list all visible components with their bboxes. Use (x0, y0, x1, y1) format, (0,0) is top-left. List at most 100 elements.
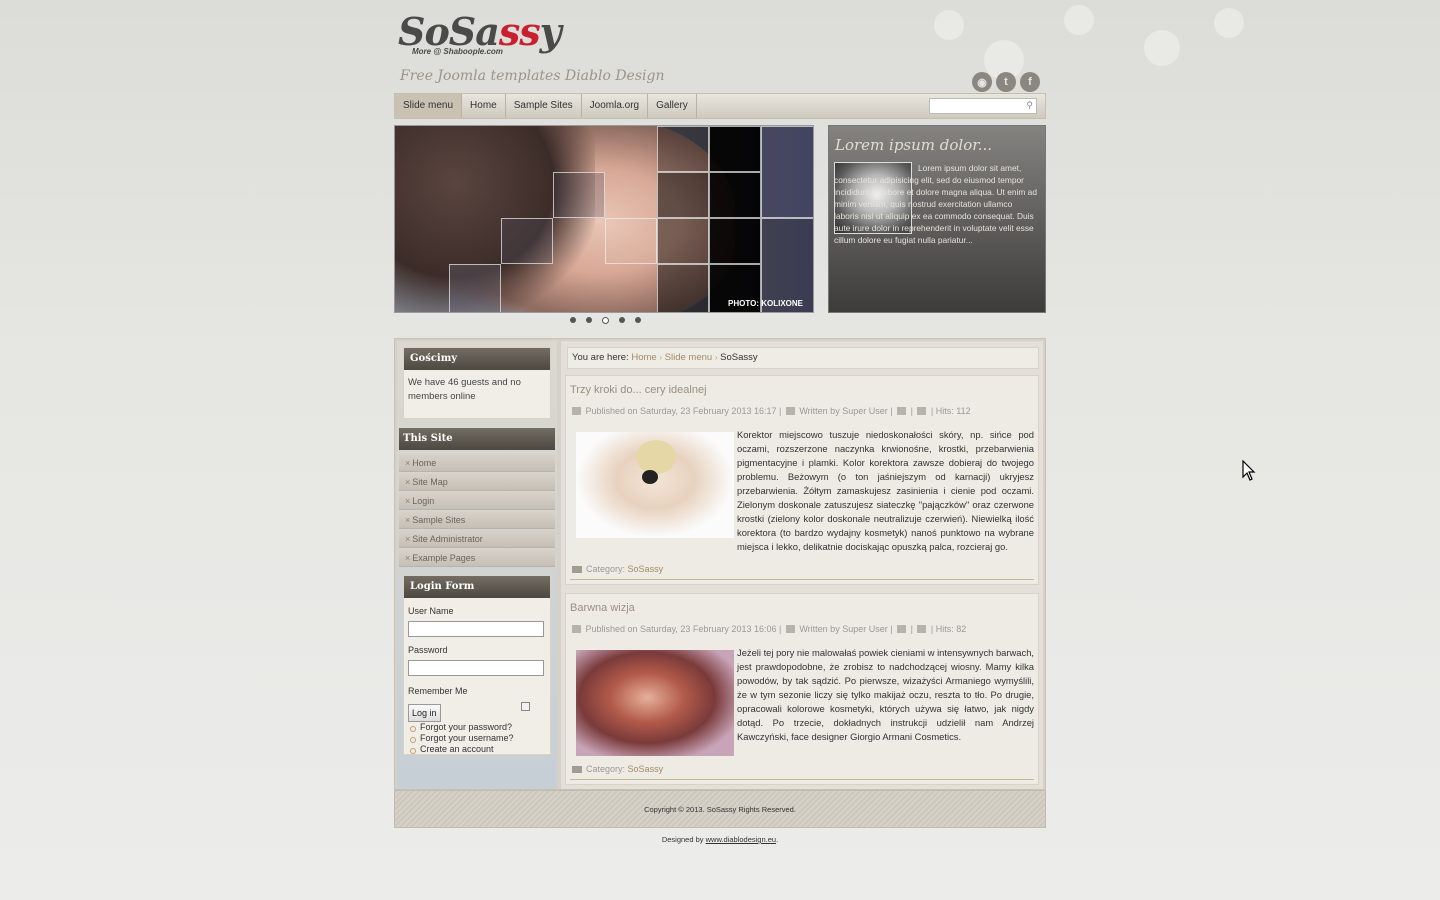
header-flower-decoration (914, 0, 1294, 90)
article: Barwna wizja Published on Saturday, 23 F… (565, 593, 1039, 785)
nav-item-joomla-org[interactable]: Joomla.org (582, 94, 649, 118)
print-icon[interactable] (897, 407, 907, 415)
slider-tile (761, 126, 813, 218)
twitter-icon[interactable]: t (996, 72, 1016, 92)
image-slider[interactable]: PHOTO: KOLIXONE (394, 125, 814, 313)
site-logo[interactable]: SoSassy More @ Shaboople.com (398, 12, 562, 58)
designer-link[interactable]: www.diablodesign.eu (706, 835, 776, 844)
article-image (576, 650, 734, 756)
article-divider (570, 579, 1034, 580)
slider-dot-active[interactable] (602, 317, 609, 324)
logo-subtitle[interactable]: More @ Shaboople.com (412, 47, 503, 56)
slider-tile (501, 218, 553, 264)
folder-icon (572, 566, 582, 573)
slider-dot[interactable] (586, 317, 592, 323)
featured-text: Lorem ipsum dolor sit amet, consectetur … (834, 163, 1037, 245)
mouse-cursor-icon (1242, 460, 1256, 481)
slider-dot[interactable] (619, 317, 625, 323)
article-image (576, 432, 734, 538)
sidebar-item-site-map[interactable]: × Site Map (399, 473, 555, 491)
featured-title: Lorem ipsum dolor... (835, 136, 993, 154)
username-field[interactable] (408, 621, 544, 637)
slider-tile (605, 218, 657, 264)
nav-item-home[interactable]: Home (462, 94, 506, 118)
facebook-icon[interactable]: f (1020, 72, 1040, 92)
slider-tile (657, 172, 709, 218)
slider-tile (709, 172, 761, 218)
article-title[interactable]: Barwna wizja (570, 602, 635, 614)
remember-me-checkbox[interactable] (521, 702, 530, 711)
remember-me-label: Remember Me (408, 686, 468, 696)
rss-icon[interactable]: ◉ (972, 72, 992, 92)
forgot-username-link[interactable]: Forgot your username? (408, 733, 546, 744)
article-meta: Published on Saturday, 23 February 2013 … (570, 406, 971, 416)
search-input[interactable]: ⚲ (929, 98, 1037, 114)
sidebar-item-sample-sites[interactable]: × Sample Sites (399, 511, 555, 529)
nav-item-sample-sites[interactable]: Sample Sites (506, 94, 582, 118)
article-text: Jeżeli tej pory nie malowałaś powiek cie… (737, 647, 1035, 742)
photo-credit: PHOTO: KOLIXONE (728, 299, 803, 308)
login-button[interactable]: Log in (408, 704, 441, 722)
login-links: Forgot your password? Forgot your userna… (408, 722, 546, 755)
search-icon[interactable]: ⚲ (1026, 100, 1033, 111)
breadcrumb: You are here: Home › Slide menu › SoSass… (567, 347, 1039, 369)
slider-tile (657, 126, 709, 172)
nav-item-gallery[interactable]: Gallery (648, 94, 697, 118)
slider-tile (449, 264, 501, 312)
main-nav: Slide menu Home Sample Sites Joomla.org … (394, 93, 1046, 119)
category-link[interactable]: SoSassy (628, 564, 664, 574)
guests-title: Gościmy (404, 348, 550, 370)
slider-tile (657, 264, 709, 312)
article-category: Category: SoSassy (572, 564, 663, 574)
sidebar-item-home[interactable]: × Home (399, 454, 555, 472)
sidebar-item-login[interactable]: × Login (399, 492, 555, 510)
category-link[interactable]: SoSassy (628, 764, 664, 774)
login-title: Login Form (404, 576, 550, 598)
folder-icon (572, 766, 582, 773)
designed-by: Designed by www.diablodesign.eu. (661, 835, 779, 844)
main-container: Gościmy We have 46 guests and no members… (394, 338, 1046, 790)
slider-tile (709, 218, 761, 264)
footer: Copyright © 2013. SoSassy Rights Reserve… (394, 790, 1046, 828)
social-links: ◉ t f (972, 72, 1040, 92)
sidebar-item-site-administrator[interactable]: × Site Administrator (399, 530, 555, 548)
breadcrumb-slide-menu[interactable]: Slide menu (665, 352, 713, 363)
slider-dot[interactable] (635, 317, 641, 323)
password-field[interactable] (408, 660, 544, 676)
slider-tile (709, 126, 761, 172)
featured-box: Lorem ipsum dolor... Lorem ipsum dolor s… (828, 125, 1046, 313)
this-site-title: This Site (399, 428, 555, 450)
content-area: You are here: Home › Slide menu › SoSass… (561, 341, 1043, 789)
slider-tile (657, 218, 709, 264)
email-icon[interactable] (917, 407, 927, 415)
breadcrumb-prefix: You are here: (572, 352, 629, 363)
breadcrumb-separator-icon: › (714, 353, 718, 362)
forgot-password-link[interactable]: Forgot your password? (408, 722, 546, 733)
create-account-link[interactable]: Create an account (408, 744, 546, 755)
guests-text: We have 46 guests and no members online (408, 377, 521, 402)
email-icon[interactable] (917, 625, 927, 633)
breadcrumb-home[interactable]: Home (631, 352, 656, 363)
username-label: User Name (408, 606, 454, 616)
slider-pagination (570, 317, 641, 324)
breadcrumb-current: SoSassy (720, 352, 758, 363)
nav-item-slide-menu[interactable]: Slide menu (395, 94, 463, 118)
article-title[interactable]: Trzy kroki do... cery idealnej (570, 384, 707, 396)
article-category: Category: SoSassy (572, 764, 663, 774)
password-label: Password (408, 645, 448, 655)
login-module: Login Form User Name Password Remember M… (403, 575, 551, 755)
article: Trzy kroki do... cery idealnej Published… (565, 375, 1039, 585)
sidebar-item-example-pages[interactable]: × Example Pages (399, 549, 555, 567)
print-icon[interactable] (897, 625, 907, 633)
user-icon (785, 625, 795, 633)
calendar-icon (572, 407, 581, 415)
sidebar: Gościmy We have 46 guests and no members… (397, 341, 557, 789)
slider-tile (553, 172, 605, 218)
calendar-icon (572, 625, 581, 633)
user-icon (785, 407, 795, 415)
article-meta: Published on Saturday, 23 February 2013 … (570, 624, 966, 634)
slider-dot[interactable] (570, 317, 576, 323)
breadcrumb-separator-icon: › (659, 353, 662, 362)
guests-module: Gościmy We have 46 guests and no members… (403, 347, 551, 419)
article-text: Korektor miejscowo tuszuje niedoskonałoś… (737, 429, 1034, 552)
